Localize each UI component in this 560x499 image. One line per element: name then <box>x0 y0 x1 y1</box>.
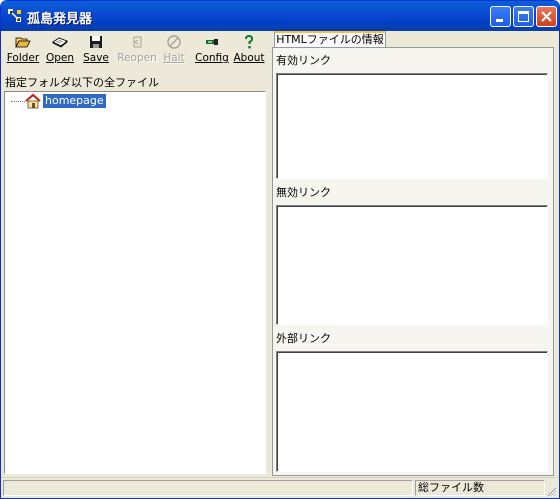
minimize-icon <box>496 19 503 22</box>
tree-connector <box>11 101 25 102</box>
house-icon <box>25 93 41 109</box>
reopen-icon <box>133 36 142 48</box>
invalid-links-list[interactable] <box>276 205 548 325</box>
file-tree[interactable]: homepage <box>4 91 266 474</box>
config-label: Config <box>195 52 229 64</box>
question-mark-icon <box>245 34 254 49</box>
close-button[interactable] <box>536 6 557 27</box>
file-tree-header: 指定フォルダ以下の全ファイル <box>5 76 159 89</box>
floppy-disk-icon <box>90 36 102 48</box>
tree-node-root[interactable]: homepage <box>42 93 107 109</box>
halt-button[interactable]: Halt <box>162 31 186 69</box>
halt-icon <box>167 35 181 49</box>
invalid-links-label: 無効リンク <box>276 186 331 199</box>
app-icon <box>8 9 21 22</box>
status-bar: 総ファイル数 <box>1 477 559 498</box>
folder-open-icon <box>15 37 31 48</box>
total-files-label: 総ファイル数 <box>415 480 545 496</box>
config-button[interactable]: Config <box>195 31 229 69</box>
folder-label: Folder <box>6 52 40 64</box>
folder-button[interactable]: Folder <box>5 31 41 69</box>
maximize-icon <box>518 11 529 22</box>
valid-links-label: 有効リンク <box>276 54 331 67</box>
halt-label: Halt <box>163 52 185 64</box>
tab-panel: 有効リンク 無効リンク 外部リンク <box>272 47 554 476</box>
open-button[interactable]: Open <box>44 31 76 69</box>
wrench-icon <box>206 39 218 45</box>
external-links-list[interactable] <box>276 351 548 472</box>
app-window: 孤島発見器 Folder Open Save Reopen Halt Confi… <box>0 0 560 499</box>
about-button[interactable]: About <box>233 31 265 69</box>
about-label: About <box>233 52 265 64</box>
close-icon <box>541 11 552 22</box>
title-bar[interactable]: 孤島発見器 <box>1 1 559 31</box>
external-links-label: 外部リンク <box>276 332 331 345</box>
maximize-button[interactable] <box>513 6 534 27</box>
open-label: Open <box>45 52 75 64</box>
valid-links-list[interactable] <box>276 73 548 179</box>
window-title: 孤島発見器 <box>27 12 93 27</box>
status-pane-main <box>3 480 413 496</box>
reopen-label: Reopen <box>117 52 157 64</box>
reopen-button[interactable]: Reopen <box>117 31 157 69</box>
save-label: Save <box>83 52 109 64</box>
open-book-icon <box>52 37 68 48</box>
minimize-button[interactable] <box>490 6 511 27</box>
toolbar: Folder Open Save Reopen Halt Config Abou… <box>5 31 267 71</box>
resize-grip-icon[interactable] <box>546 486 557 497</box>
save-button[interactable]: Save <box>83 31 109 69</box>
tab-html-file-info[interactable]: HTMLファイルの情報 <box>274 31 386 48</box>
